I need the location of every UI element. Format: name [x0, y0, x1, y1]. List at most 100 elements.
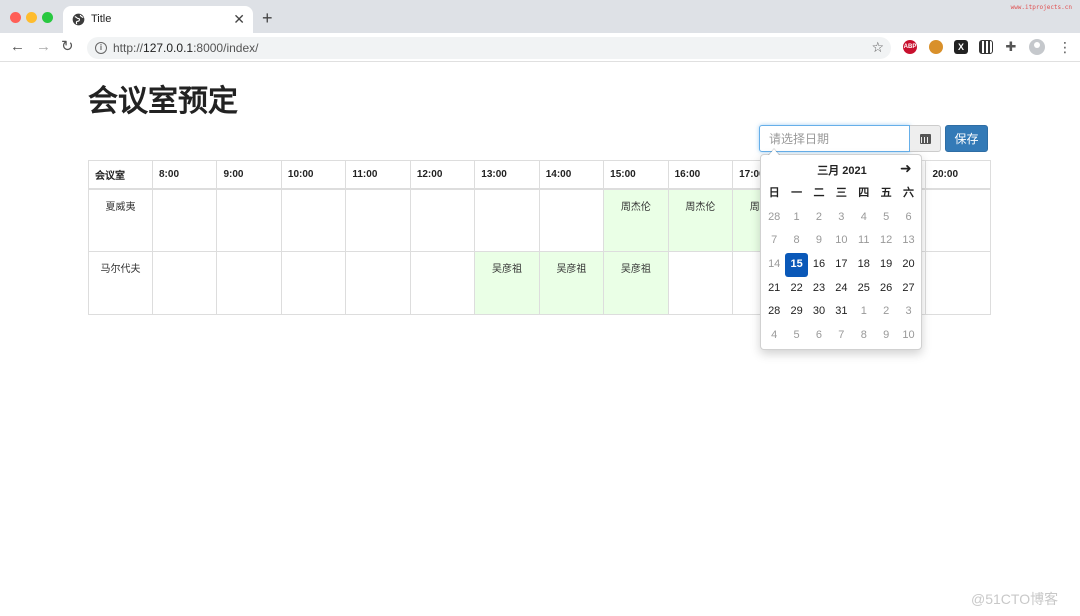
save-button[interactable]: 保存: [945, 125, 988, 152]
bookmark-star-icon[interactable]: ☆: [871, 39, 884, 56]
info-icon[interactable]: i: [95, 42, 107, 54]
room-name-cell: 马尔代夫: [88, 251, 153, 315]
new-tab-icon[interactable]: +: [262, 8, 273, 28]
datepicker-day[interactable]: 10: [830, 229, 852, 253]
header-room: 会议室: [88, 160, 153, 190]
datepicker-day[interactable]: 2: [875, 300, 897, 324]
datepicker-day[interactable]: 28: [763, 300, 785, 324]
booked-slot-cell[interactable]: 吴彦祖: [474, 251, 540, 315]
reload-icon[interactable]: ↻: [61, 39, 74, 55]
time-slot-cell[interactable]: [151, 188, 218, 252]
date-input[interactable]: [759, 125, 910, 152]
calendar-addon[interactable]: [910, 125, 941, 152]
datepicker-month-title[interactable]: 三月 2021: [761, 162, 923, 178]
time-slot-cell[interactable]: [409, 251, 476, 315]
datepicker-day[interactable]: 7: [763, 229, 785, 253]
back-icon[interactable]: ←: [10, 39, 25, 55]
datepicker-day[interactable]: 29: [785, 300, 807, 324]
header-time: 14:00: [538, 160, 605, 190]
booked-slot-cell[interactable]: 吴彦祖: [538, 251, 605, 315]
datepicker-day[interactable]: 30: [808, 300, 830, 324]
address-bar[interactable]: i http://127.0.0.1:8000/index/ ☆: [87, 37, 891, 59]
booked-slot-cell[interactable]: 周杰伦: [603, 188, 669, 252]
datepicker-day[interactable]: 25: [853, 277, 875, 301]
time-slot-cell[interactable]: [345, 251, 411, 315]
time-slot-cell[interactable]: [280, 251, 347, 315]
datepicker-day[interactable]: 1: [853, 300, 875, 324]
browser-tab[interactable]: Title ✕: [63, 6, 253, 33]
datepicker-day[interactable]: 8: [785, 229, 807, 253]
time-slot-cell[interactable]: [151, 251, 218, 315]
menu-kebab-icon[interactable]: ⋮: [1058, 39, 1072, 55]
x-extension-icon[interactable]: X: [954, 40, 968, 54]
url-text[interactable]: http://127.0.0.1:8000/index/: [113, 41, 258, 55]
profile-avatar-icon[interactable]: [1029, 39, 1045, 55]
datepicker-day[interactable]: 2: [808, 206, 830, 230]
forward-icon[interactable]: →: [36, 39, 51, 55]
datepicker-day[interactable]: 8: [853, 324, 875, 348]
datepicker-day[interactable]: 12: [875, 229, 897, 253]
url-prefix: http://: [113, 41, 144, 55]
datepicker-day[interactable]: 4: [763, 324, 785, 348]
weekday-label: 四: [858, 187, 870, 199]
tab-close-icon[interactable]: ✕: [233, 11, 245, 27]
datepicker-day[interactable]: 9: [875, 324, 897, 348]
datepicker-day[interactable]: 3: [897, 300, 919, 324]
datepicker-day[interactable]: 18: [853, 253, 875, 277]
datepicker-day[interactable]: 27: [897, 277, 919, 301]
datepicker-day[interactable]: 17: [830, 253, 852, 277]
close-window-icon[interactable]: [10, 12, 21, 23]
arrow-right-icon[interactable]: ➜: [900, 160, 912, 176]
datepicker-day[interactable]: 16: [808, 253, 830, 277]
datepicker-day[interactable]: 31: [830, 300, 852, 324]
datepicker-day[interactable]: 26: [875, 277, 897, 301]
datepicker-day[interactable]: 13: [897, 229, 919, 253]
header-time: 11:00: [345, 160, 411, 190]
header-time: 15:00: [603, 160, 669, 190]
datepicker-day[interactable]: 19: [875, 253, 897, 277]
time-slot-cell[interactable]: [216, 188, 282, 252]
datepicker-day[interactable]: 1: [785, 206, 807, 230]
datepicker-day[interactable]: 6: [808, 324, 830, 348]
datepicker-day[interactable]: 9: [808, 229, 830, 253]
time-slot-cell[interactable]: [538, 188, 605, 252]
datepicker-day[interactable]: 21: [763, 277, 785, 301]
datepicker-day[interactable]: 23: [808, 277, 830, 301]
datepicker-day[interactable]: 14: [763, 253, 785, 277]
datepicker-day[interactable]: 20: [897, 253, 919, 277]
datepicker-day[interactable]: 10: [897, 324, 919, 348]
adblock-extension-icon[interactable]: ABP: [903, 40, 917, 54]
datepicker-day[interactable]: 11: [853, 229, 875, 253]
time-slot-cell[interactable]: [667, 251, 734, 315]
minimize-window-icon[interactable]: [26, 12, 37, 23]
cookie-extension-icon[interactable]: [929, 40, 943, 54]
datepicker-day[interactable]: 4: [853, 206, 875, 230]
booked-slot-cell[interactable]: 吴彦祖: [603, 251, 669, 315]
datepicker-day[interactable]: 5: [875, 206, 897, 230]
header-time: 10:00: [280, 160, 347, 190]
datepicker-day[interactable]: 3: [830, 206, 852, 230]
datepicker-day[interactable]: 24: [830, 277, 852, 301]
header-time: 13:00: [474, 160, 540, 190]
time-slot-cell[interactable]: [280, 188, 347, 252]
datepicker-day[interactable]: 28: [763, 206, 785, 230]
weekday-label: 三: [835, 187, 847, 199]
qr-code-extension-icon[interactable]: [979, 40, 993, 54]
maximize-window-icon[interactable]: [42, 12, 53, 23]
browser-toolbar: ← → ↻ i http://127.0.0.1:8000/index/ ☆ A…: [0, 33, 1080, 62]
datepicker-day[interactable]: 7: [830, 324, 852, 348]
datepicker-day[interactable]: 22: [785, 277, 807, 301]
time-slot-cell[interactable]: [474, 188, 540, 252]
time-slot-cell[interactable]: [409, 188, 476, 252]
booked-slot-cell[interactable]: 周杰伦: [667, 188, 734, 252]
time-slot-cell[interactable]: [216, 251, 282, 315]
datepicker-day-selected[interactable]: 15: [785, 253, 808, 277]
time-slot-cell[interactable]: [925, 188, 991, 252]
time-slot-cell[interactable]: [925, 251, 991, 315]
watermark-bottom: @51CTO博客: [971, 591, 1059, 607]
datepicker-day[interactable]: 5: [785, 324, 807, 348]
extensions-puzzle-icon[interactable]: ✚: [1004, 40, 1018, 54]
time-slot-cell[interactable]: [345, 188, 411, 252]
datepicker-day[interactable]: 6: [897, 206, 919, 230]
header-time: 9:00: [216, 160, 282, 190]
